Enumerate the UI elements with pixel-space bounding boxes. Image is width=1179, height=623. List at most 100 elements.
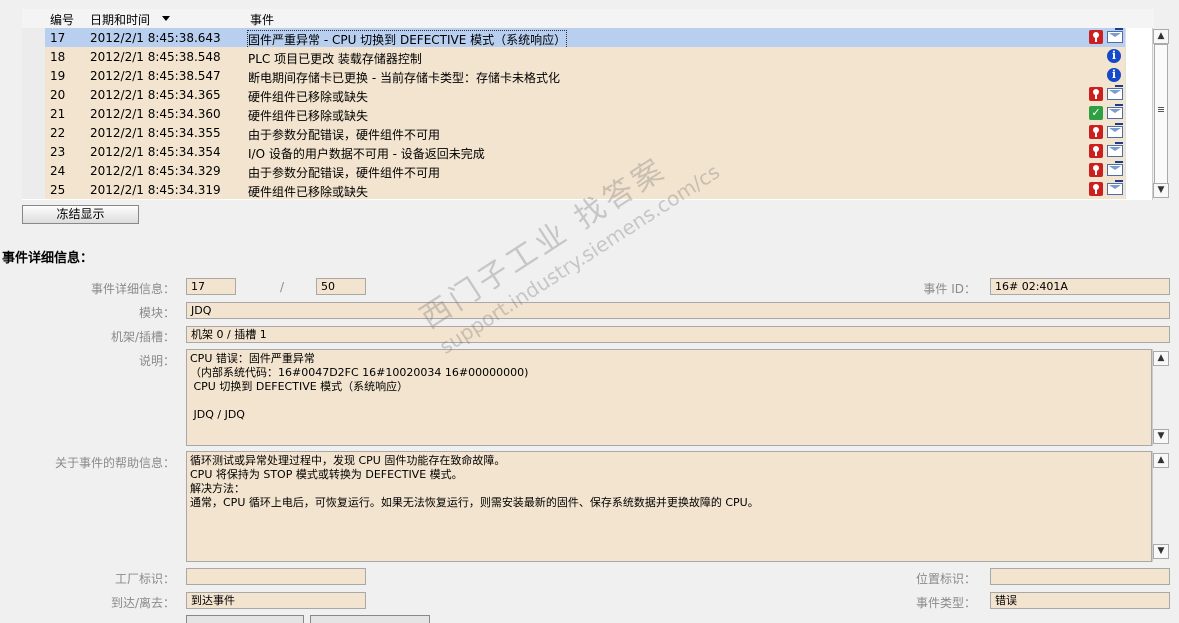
table-row[interactable]: 18 2012/2/1 8:45:38.548 PLC 项目已更改 装载存储器控制 i: [22, 47, 1154, 66]
help-scrollbar[interactable]: ▲ ▼: [1152, 451, 1170, 562]
rack-slot-field: 机架 0 / 插槽 1: [186, 326, 1170, 343]
row-datetime: 2012/2/1 8:45:34.329: [90, 164, 221, 178]
row-number: 22: [50, 126, 66, 140]
table-row[interactable]: 22 2012/2/1 8:45:34.355 由于参数分配错误，硬件组件不可用: [22, 123, 1154, 142]
table-row[interactable]: 23 2012/2/1 8:45:34.354 I/O 设备的用户数据不可用 - 设…: [22, 142, 1154, 161]
row-end-column: [1125, 85, 1154, 104]
description-scroll-down-button[interactable]: ▼: [1153, 429, 1169, 444]
table-row[interactable]: 25 2012/2/1 8:45:34.319 硬件组件已移除或缺失: [22, 180, 1154, 199]
acknowledge-icon[interactable]: [1107, 123, 1123, 138]
column-header-datetime[interactable]: 日期和时间: [90, 11, 150, 28]
bottom-button-1[interactable]: [186, 615, 304, 623]
info-icon: i: [1107, 68, 1121, 82]
row-number: 23: [50, 145, 66, 159]
row-header[interactable]: [22, 142, 46, 161]
error-icon: [1089, 87, 1103, 101]
row-end-column: [1125, 66, 1154, 85]
row-event-text: 硬件组件已移除或缺失: [248, 109, 369, 123]
description-line: （内部系统代码：16#0047D2FC 16#10020034 16#00000…: [190, 366, 529, 379]
location-id-field: [990, 568, 1170, 585]
bottom-button-2[interactable]: [310, 615, 430, 623]
table-row[interactable]: 20 2012/2/1 8:45:34.365 硬件组件已移除或缺失: [22, 85, 1154, 104]
module-label: 模块：: [138, 306, 175, 320]
row-event-text: 由于参数分配错误，硬件组件不可用: [248, 166, 441, 180]
event-id-label: 事件 ID：: [923, 282, 976, 296]
row-header[interactable]: [22, 47, 46, 66]
acknowledge-icon[interactable]: [1107, 180, 1123, 195]
column-header-number[interactable]: 编号: [50, 11, 74, 28]
help-scroll-down-button[interactable]: ▼: [1153, 544, 1169, 559]
row-datetime: 2012/2/1 8:45:34.355: [90, 126, 221, 140]
event-id-field: 16# 02:401A: [990, 278, 1170, 295]
row-event-text: 固件严重异常 - CPU 切换到 DEFECTIVE 模式（系统响应）: [246, 30, 568, 49]
row-header[interactable]: [22, 66, 46, 85]
acknowledge-icon[interactable]: [1107, 104, 1123, 119]
acknowledge-icon[interactable]: [1107, 28, 1123, 43]
row-number: 24: [50, 164, 66, 178]
row-end-column: [1125, 123, 1154, 142]
table-row[interactable]: 17 2012/2/1 8:45:38.643 固件严重异常 - CPU 切换到 D…: [22, 28, 1154, 49]
table-scrollbar[interactable]: ▲ ▼: [1152, 28, 1170, 200]
help-line: 循环测试或异常处理过程中，发现 CPU 固件功能存在致命故障。: [190, 454, 506, 467]
acknowledge-icon[interactable]: [1107, 161, 1123, 176]
acknowledge-icon[interactable]: [1107, 85, 1123, 100]
row-number: 20: [50, 88, 66, 102]
help-line: 解决方法：: [190, 482, 245, 495]
table-row[interactable]: 19 2012/2/1 8:45:38.547 断电期间存储卡已更换 - 当前存储卡…: [22, 66, 1154, 85]
row-number: 18: [50, 50, 66, 64]
row-header[interactable]: [22, 161, 46, 180]
plant-id-label: 工厂标识：: [114, 572, 175, 586]
freeze-display-button[interactable]: 冻结显示: [22, 205, 139, 224]
row-header[interactable]: [22, 123, 46, 142]
row-header[interactable]: [22, 180, 46, 199]
row-header[interactable]: [22, 85, 46, 104]
row-number: 19: [50, 69, 66, 83]
ok-icon: ✓: [1089, 106, 1103, 120]
rack-slot-label: 机架/插槽：: [110, 330, 175, 344]
column-header-event[interactable]: 事件: [250, 11, 274, 28]
help-label: 关于事件的帮助信息：: [54, 456, 175, 470]
help-scroll-up-button[interactable]: ▲: [1153, 453, 1169, 468]
sort-descending-icon[interactable]: [162, 16, 170, 21]
location-id-label: 位置标识：: [915, 572, 976, 586]
event-table: 编号 日期和时间 事件 17 2012/2/1 8:45:38.643 固件严重异常…: [22, 9, 1154, 200]
row-event-text: 硬件组件已移除或缺失: [248, 185, 369, 199]
error-icon: [1089, 30, 1103, 44]
help-line: 通常，CPU 循环上电后，可恢复运行。如果无法恢复运行，则需安装最新的固件、保存…: [190, 496, 759, 509]
event-index-field: 17: [186, 278, 236, 295]
acknowledge-icon[interactable]: [1107, 142, 1123, 157]
scroll-down-button[interactable]: ▼: [1153, 183, 1169, 198]
row-number: 25: [50, 183, 66, 197]
row-datetime: 2012/2/1 8:45:38.547: [90, 69, 221, 83]
row-datetime: 2012/2/1 8:45:34.319: [90, 183, 221, 197]
description-scrollbar[interactable]: ▲ ▼: [1152, 349, 1170, 446]
description-line: JDQ / JDQ: [190, 408, 245, 421]
row-end-column: [1125, 28, 1154, 47]
event-total-field: 50: [316, 278, 366, 295]
row-header[interactable]: [22, 28, 46, 47]
error-icon: [1089, 182, 1103, 196]
error-icon: [1089, 144, 1103, 158]
table-row[interactable]: 21 2012/2/1 8:45:34.360 硬件组件已移除或缺失 ✓: [22, 104, 1154, 123]
description-label: 说明：: [138, 354, 175, 368]
row-event-text: I/O 设备的用户数据不可用 - 设备返回未完成: [248, 147, 485, 161]
description-text[interactable]: CPU 错误：固件严重异常 （内部系统代码：16#0047D2FC 16#1002…: [186, 349, 1152, 446]
description-scroll-up-button[interactable]: ▲: [1153, 351, 1169, 366]
scroll-thumb[interactable]: [1154, 44, 1168, 184]
table-header: 编号 日期和时间 事件: [22, 9, 1154, 29]
row-end-column: [1125, 142, 1154, 161]
row-end-column: [1125, 180, 1154, 199]
scroll-up-button[interactable]: ▲: [1153, 29, 1169, 44]
help-text[interactable]: 循环测试或异常处理过程中，发现 CPU 固件功能存在致命故障。 CPU 将保持为 …: [186, 451, 1152, 562]
event-type-label: 事件类型：: [915, 596, 976, 610]
row-datetime: 2012/2/1 8:45:34.365: [90, 88, 221, 102]
row-datetime: 2012/2/1 8:45:34.354: [90, 145, 221, 159]
row-header[interactable]: [22, 104, 46, 123]
row-event-text: 断电期间存储卡已更换 - 当前存储卡类型：存储卡未格式化: [248, 71, 560, 85]
details-title: 事件详细信息：: [2, 251, 94, 266]
plant-id-field: [186, 568, 366, 585]
description-line: [190, 394, 1148, 408]
module-field: JDQ: [186, 302, 1170, 319]
table-row[interactable]: 24 2012/2/1 8:45:34.329 由于参数分配错误，硬件组件不可用: [22, 161, 1154, 180]
row-number: 21: [50, 107, 66, 121]
